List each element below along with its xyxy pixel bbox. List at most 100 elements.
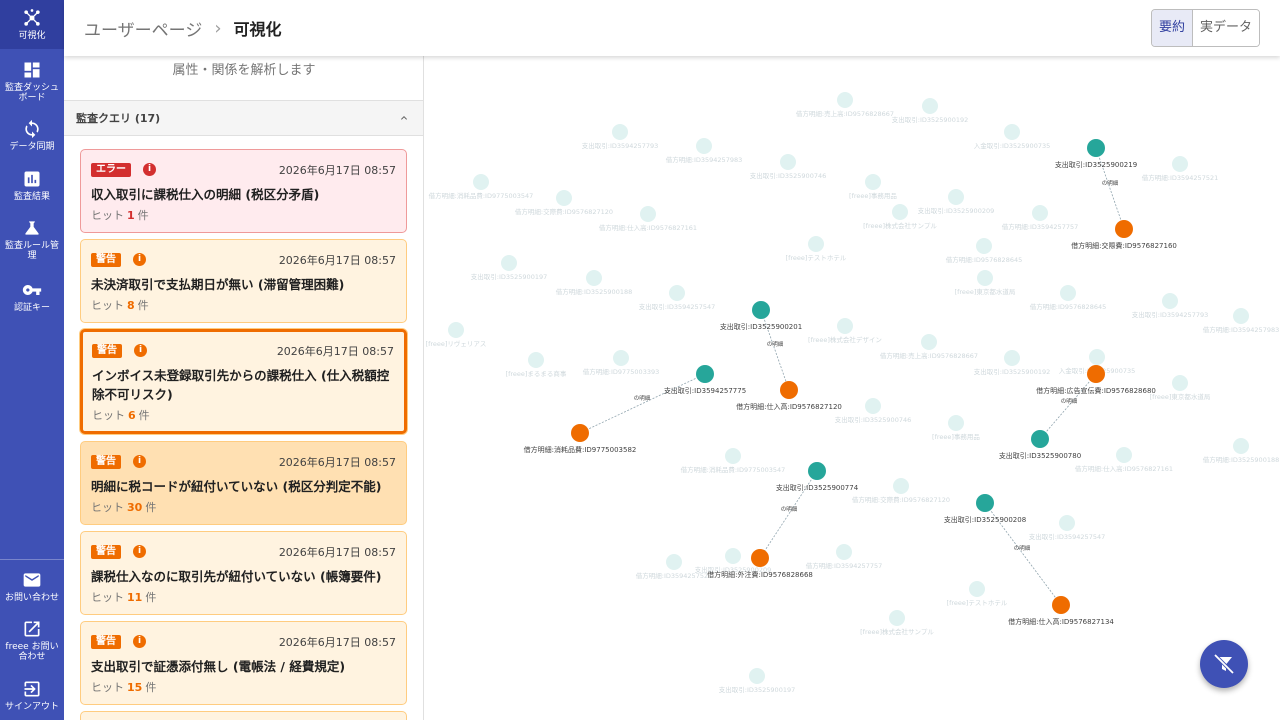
deal-node[interactable] xyxy=(696,365,714,383)
audit-card[interactable]: エラー i 2026年6月17日 08:57 収入取引に課税仕入の明細 (税区分… xyxy=(80,149,407,233)
faded-node[interactable] xyxy=(1060,285,1076,301)
faded-node[interactable] xyxy=(473,174,489,190)
nav-item-dashboard[interactable]: 監査ダッシュ ボード xyxy=(0,60,64,103)
faded-node[interactable] xyxy=(1233,438,1249,454)
info-icon[interactable]: i xyxy=(134,344,147,357)
info-icon[interactable]: i xyxy=(133,635,146,648)
faded-node[interactable] xyxy=(837,318,853,334)
faded-node[interactable] xyxy=(808,236,824,252)
deal-node[interactable] xyxy=(752,301,770,319)
faded-node[interactable] xyxy=(1116,447,1132,463)
audit-card-partial[interactable] xyxy=(80,711,407,720)
faded-node[interactable] xyxy=(613,350,629,366)
nav-item-contact[interactable]: お問い合わせ xyxy=(0,570,64,603)
chevron-up-icon[interactable] xyxy=(398,112,410,124)
faded-node[interactable] xyxy=(640,206,656,222)
detail-node[interactable] xyxy=(571,424,589,442)
faded-node[interactable] xyxy=(865,398,881,414)
node-label: 支出取引:ID3525900774 xyxy=(776,483,859,492)
audit-card[interactable]: 警告 i 2026年6月17日 08:57 未決済取引で支払期日が無い (滞留管… xyxy=(80,239,407,323)
node-label: 支出取引:ID3525900208 xyxy=(944,515,1026,524)
card-hit-count: ヒット 30 件 xyxy=(91,501,157,514)
graph-edge xyxy=(1039,373,1097,440)
faded-node[interactable] xyxy=(1032,205,1048,221)
faded-node[interactable] xyxy=(1004,350,1020,366)
card-hit-count: ヒット 8 件 xyxy=(91,299,149,312)
relationship-graph[interactable]: 借方明細:売上高:ID9576828667支出取引:ID3525900192入金… xyxy=(424,56,1280,720)
faded-node[interactable] xyxy=(922,98,938,114)
faded-node[interactable] xyxy=(528,352,544,368)
info-icon[interactable]: i xyxy=(133,545,146,558)
faded-node[interactable] xyxy=(948,415,964,431)
faded-node[interactable] xyxy=(865,174,881,190)
detail-node[interactable] xyxy=(751,549,769,567)
faded-node[interactable] xyxy=(836,544,852,560)
nav-item-visualize[interactable]: 可視化 xyxy=(0,0,64,49)
faded-node[interactable] xyxy=(948,189,964,205)
info-icon[interactable]: i xyxy=(133,455,146,468)
faded-node[interactable] xyxy=(749,668,765,684)
filter-off-button[interactable] xyxy=(1200,640,1248,688)
faded-node[interactable] xyxy=(893,478,909,494)
audit-card[interactable]: 警告 i 2026年6月17日 08:57 課税仕入なのに取引先が紐付いていない… xyxy=(80,531,407,615)
nav-item-audit-results[interactable]: 監査結果 xyxy=(0,169,64,202)
detail-node[interactable] xyxy=(780,381,798,399)
warning-badge: 警告 xyxy=(91,455,121,469)
detail-node[interactable] xyxy=(1087,365,1105,383)
detail-node[interactable] xyxy=(1052,596,1070,614)
faded-node[interactable] xyxy=(969,581,985,597)
warning-badge: 警告 xyxy=(91,545,121,559)
graph-canvas[interactable]: 借方明細:売上高:ID9576828667 支出取引:ID3525900192 入金… xyxy=(424,56,1280,720)
deal-node[interactable] xyxy=(1087,139,1105,157)
deal-node[interactable] xyxy=(808,462,826,480)
audit-card[interactable]: 警告 i 2026年6月17日 08:57 明細に税コードが紐付いていない (税… xyxy=(80,441,407,525)
audit-query-header[interactable]: 監査クエリ (17) xyxy=(64,100,423,136)
faded-node[interactable] xyxy=(837,92,853,108)
nav-item-signout[interactable]: サインアウト xyxy=(0,679,64,712)
faded-node[interactable] xyxy=(725,548,741,564)
faded-node[interactable] xyxy=(1233,308,1249,324)
faded-node[interactable] xyxy=(1059,515,1075,531)
faded-node[interactable] xyxy=(780,154,796,170)
info-icon[interactable]: i xyxy=(133,253,146,266)
faded-node[interactable] xyxy=(889,610,905,626)
faded-node[interactable] xyxy=(976,238,992,254)
faded-node[interactable] xyxy=(586,270,602,286)
faded-node-label: 借方明細:ID9576828645 xyxy=(946,255,1022,264)
deal-node[interactable] xyxy=(976,494,994,512)
faded-node[interactable] xyxy=(448,322,464,338)
breadcrumb-root[interactable]: ユーザーページ xyxy=(84,16,202,41)
graph-edge xyxy=(579,373,706,434)
faded-node[interactable] xyxy=(556,190,572,206)
warning-badge: 警告 xyxy=(91,253,121,267)
edge-label: の明細 xyxy=(634,394,651,402)
toggle-summary-button[interactable]: 要約 xyxy=(1151,10,1193,46)
faded-node[interactable] xyxy=(1172,156,1188,172)
faded-node[interactable] xyxy=(666,554,682,570)
audit-card[interactable]: 警告 i 2026年6月17日 08:57 支出取引で証憑添付無し (電帳法 /… xyxy=(80,621,407,705)
faded-node[interactable] xyxy=(669,285,685,301)
nav-item-audit-rules[interactable]: 監査ルール管 理 xyxy=(0,218,64,261)
faded-node[interactable] xyxy=(1089,349,1105,365)
card-hit-count: ヒット 1 件 xyxy=(91,209,149,222)
nav-item-auth-keys[interactable]: 認証キー xyxy=(0,280,64,313)
faded-node[interactable] xyxy=(1162,293,1178,309)
logout-icon xyxy=(24,681,40,697)
faded-node[interactable] xyxy=(725,448,741,464)
detail-node[interactable] xyxy=(1115,220,1133,238)
faded-node[interactable] xyxy=(1172,375,1188,391)
audit-card-selected[interactable]: 警告 i 2026年6月17日 08:57 インボイス未登録取引先からの課税仕入… xyxy=(80,329,407,434)
faded-node[interactable] xyxy=(501,255,517,271)
faded-node[interactable] xyxy=(892,204,908,220)
toggle-raw-data-button[interactable]: 実データ xyxy=(1192,10,1259,46)
nav-item-data-sync[interactable]: データ同期 xyxy=(0,119,64,152)
faded-node[interactable] xyxy=(977,270,993,286)
info-icon[interactable]: i xyxy=(143,163,156,176)
faded-node[interactable] xyxy=(921,334,937,350)
faded-node[interactable] xyxy=(612,124,628,140)
deal-node[interactable] xyxy=(1031,430,1049,448)
faded-node[interactable] xyxy=(1004,124,1020,140)
faded-node[interactable] xyxy=(696,138,712,154)
faded-node-label: 支出取引:ID3525900209 xyxy=(918,206,994,215)
nav-item-freee-contact[interactable]: freee お問い 合わせ xyxy=(0,619,64,662)
